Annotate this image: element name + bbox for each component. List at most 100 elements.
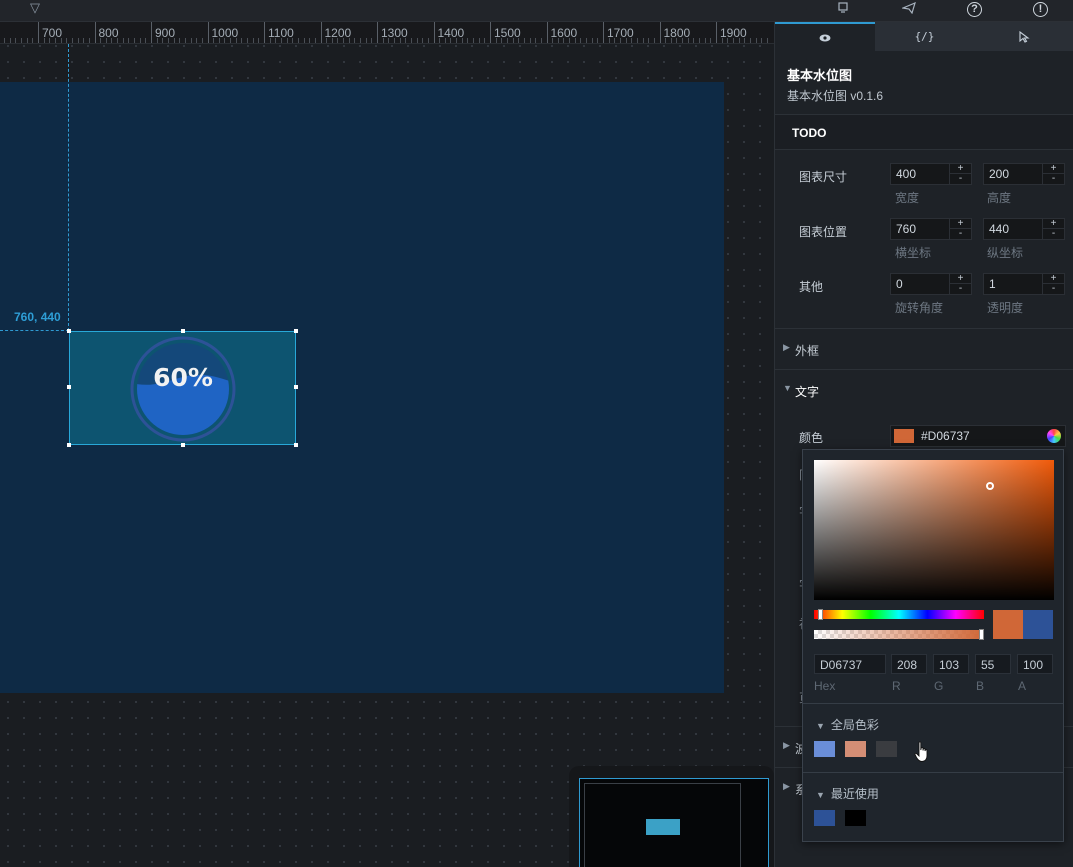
b-input-value: 55 [981,658,995,672]
info-icon[interactable]: ! [1033,2,1048,17]
rotation-caption: 旋转角度 [895,301,944,315]
help-icon[interactable]: ? [967,2,982,17]
minimap[interactable] [569,766,774,867]
ruler-minor-tick [179,38,181,43]
monitor-icon[interactable] [835,2,851,18]
resize-handle[interactable] [67,329,71,333]
ruler-minor-tick [540,38,542,43]
resize-handle[interactable] [294,329,298,333]
section-text[interactable]: ▼ 文字 [775,369,1073,410]
global-color-swatch[interactable] [876,741,897,757]
tab-style[interactable] [775,22,875,51]
ruler-minor-tick [32,38,34,43]
ruler-minor-tick [83,38,85,43]
rotation-value: 0 [896,277,903,291]
ruler-minor-tick [190,38,192,43]
saturation-cursor[interactable] [986,482,994,490]
width-caption: 宽度 [895,191,920,205]
chart-position-label: 图表位置 [799,225,848,239]
saturation-field[interactable] [814,460,1054,600]
ruler-minor-tick [597,38,599,43]
section-border[interactable]: ▶ 外框 [775,328,1073,369]
ruler-minor-tick [478,38,480,43]
decrement-button[interactable]: - [1043,284,1064,294]
g-input[interactable]: 103 [933,654,969,674]
minimap-widget [646,819,680,835]
ruler-label: 1700 [607,26,634,40]
hue-slider[interactable] [814,609,984,620]
ruler-minor-tick [196,38,198,43]
resize-handle[interactable] [67,385,71,389]
color-wheel-icon[interactable] [1047,429,1061,443]
ruler-minor-tick [354,38,356,43]
global-colors-header[interactable]: ▼ 全局色彩 [816,716,879,733]
hex-input[interactable]: D06737 [814,654,886,674]
ruler-label: 1900 [720,26,747,40]
rotation-input[interactable]: 0 + - [890,273,972,295]
b-input[interactable]: 55 [975,654,1011,674]
old-color-preview[interactable] [1023,610,1053,639]
decrement-button[interactable]: - [1043,174,1064,184]
ruler-minor-tick [241,38,243,43]
ruler-minor-tick [467,38,469,43]
alpha-slider[interactable] [814,629,984,640]
g-caption: G [934,679,944,693]
text-color-field[interactable]: #D06737 [890,425,1066,447]
ruler-minor-tick [71,38,73,43]
a-input[interactable]: 100 [1017,654,1053,674]
ruler-tick: 1400 [433,22,464,43]
hue-slider-thumb[interactable] [818,609,823,620]
resize-handle[interactable] [67,443,71,447]
chevron-down-icon[interactable]: ▽ [30,0,40,16]
recent-colors-header[interactable]: ▼ 最近使用 [816,785,879,802]
resize-handle[interactable] [294,443,298,447]
decrement-button[interactable]: - [950,284,971,294]
width-input[interactable]: 400 + - [890,163,972,185]
global-color-swatch[interactable] [814,741,835,757]
guide-line-vertical [68,44,69,331]
recent-color-swatch[interactable] [845,810,866,826]
water-level-chart-widget[interactable]: 60% [67,329,298,447]
editor-canvas[interactable]: 700 800 900 1000 1100 1200 1300 1400 1500 1600 170… [0,22,774,867]
resize-handle[interactable] [294,385,298,389]
tab-data[interactable]: {/} [875,22,975,51]
ruler-label: 1500 [494,26,521,40]
tab-interaction[interactable] [974,22,1073,51]
minimap-viewport[interactable] [579,778,769,867]
ruler-minor-tick [371,38,373,43]
opacity-input[interactable]: 1 + - [983,273,1065,295]
decrement-button[interactable]: - [950,229,971,239]
ruler-minor-tick [122,38,124,43]
color-picker-popover[interactable]: D06737 208 103 55 100 Hex R G B A ▼ 全局色彩 … [802,449,1064,842]
height-input[interactable]: 200 + - [983,163,1065,185]
r-caption: R [892,679,901,693]
r-input[interactable]: 208 [891,654,927,674]
ruler-tick: 900 [151,22,175,43]
ruler-minor-tick [766,38,768,43]
chevron-right-icon: ▶ [783,342,790,352]
ruler-minor-tick [693,38,695,43]
decrement-button[interactable]: - [950,174,971,184]
decrement-button[interactable]: - [1043,229,1064,239]
global-color-swatch[interactable] [845,741,866,757]
ruler-label: 900 [155,26,176,40]
send-icon[interactable] [900,1,917,18]
recent-color-swatch[interactable] [814,810,835,826]
resize-handle[interactable] [181,329,185,333]
chevron-right-icon: ▶ [783,740,790,750]
divider [803,703,1063,704]
ruler-minor-tick [642,38,644,43]
ruler-minor-tick [653,38,655,43]
y-input[interactable]: 440 + - [983,218,1065,240]
ruler-label: 1800 [663,26,691,40]
ruler-minor-tick [88,38,90,43]
component-title: 基本水位图 [787,68,853,83]
x-input[interactable]: 760 + - [890,218,972,240]
color-swatch[interactable] [894,429,914,443]
ruler-label: 1300 [381,26,408,40]
ruler-minor-tick [749,38,751,43]
height-caption: 高度 [987,191,1012,205]
alpha-slider-thumb[interactable] [979,629,984,640]
resize-handle[interactable] [181,443,185,447]
hex-input-value: D06737 [820,658,863,672]
